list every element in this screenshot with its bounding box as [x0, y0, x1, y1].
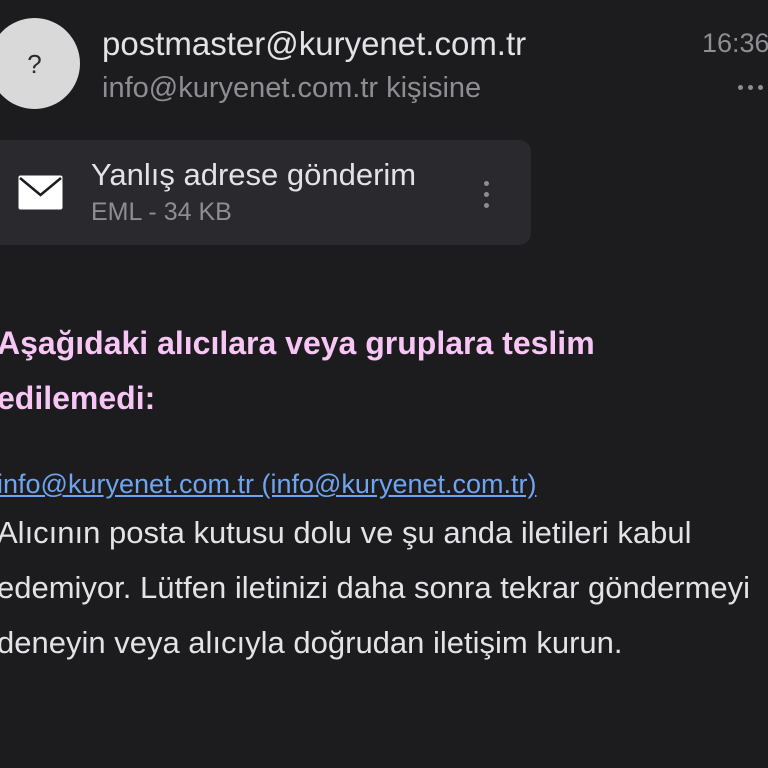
mail-icon [18, 175, 63, 210]
failed-recipient-link[interactable]: info@kuryenet.com.tr (info@kuryenet.com.… [0, 466, 537, 502]
more-vertical-icon[interactable] [476, 174, 496, 214]
sender-avatar[interactable]: ? [0, 18, 80, 109]
attachment-name: Yanlış adrese gönderim [91, 157, 417, 192]
message-body: Alıcının posta kutusu dolu ve şu anda il… [0, 515, 751, 660]
email-view: ? postmaster@kuryenet.com.tr info@kuryen… [0, 0, 768, 768]
delivery-failure-heading: Aşağıdaki alıcılara veya gruplara teslim… [0, 325, 595, 416]
message-time: 16:36 [702, 28, 768, 58]
avatar-glyph: ? [27, 48, 42, 79]
attachment-meta: EML - 34 KB [91, 198, 232, 226]
sender-address[interactable]: postmaster@kuryenet.com.tr [102, 24, 526, 64]
attachment-card[interactable]: Yanlış adrese gönderim EML - 34 KB [0, 140, 531, 245]
recipient-line[interactable]: info@kuryenet.com.tr kişisine [102, 70, 481, 106]
more-horizontal-icon[interactable] [738, 77, 768, 97]
